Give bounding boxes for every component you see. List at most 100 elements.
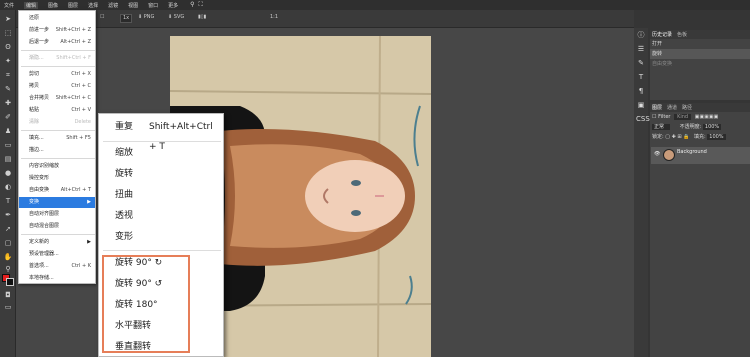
menu-item-paste[interactable]: 粘贴 Ctrl + V	[19, 105, 95, 116]
menu-layer[interactable]: 图层	[68, 2, 78, 9]
zoom-select[interactable]: 1x	[120, 14, 133, 23]
image-icon[interactable]: ▣	[636, 100, 646, 110]
shape-tool-icon[interactable]: ▢	[3, 238, 13, 248]
brush-tool-icon[interactable]: ✐	[3, 112, 13, 122]
tab-layers[interactable]: 图层	[652, 104, 662, 111]
submenu-item-skew[interactable]: 扭曲	[99, 185, 223, 205]
menu-item-fade[interactable]: 渐隐... Shift+Ctrl + F	[19, 53, 95, 64]
svg-label: SVG	[173, 14, 185, 20]
menu-item-copy[interactable]: 拷贝 Ctrl + C	[19, 81, 95, 92]
clone-stamp-icon[interactable]: ♟	[3, 126, 13, 136]
gradient-tool-icon[interactable]: ▤	[3, 154, 13, 164]
background-color-swatch[interactable]	[6, 278, 14, 286]
submenu-item-scale[interactable]: 缩放	[99, 143, 223, 163]
fullscreen-icon[interactable]: ⛶	[199, 1, 203, 9]
history-item-rotate[interactable]: 旋转	[650, 49, 750, 59]
menu-view[interactable]: 视图	[128, 2, 138, 9]
menu-item-cut[interactable]: 剪切 Ctrl + X	[19, 69, 95, 80]
css-icon[interactable]: CSS	[636, 114, 650, 124]
menu-bar: 文件 编辑 图像 图层 选择 滤镜 视图 窗口 更多 ⚲ ⛶	[0, 0, 750, 10]
submenu-item-rotate[interactable]: 旋转	[99, 164, 223, 184]
brush-settings-icon[interactable]: ✎	[636, 58, 646, 68]
tab-history[interactable]: 历史记录	[652, 31, 672, 38]
menu-filter[interactable]: 滤镜	[108, 2, 118, 9]
fill-input[interactable]: 100%	[707, 134, 726, 140]
dodge-tool-icon[interactable]: ◐	[3, 182, 13, 192]
menu-item-preset-manager[interactable]: 预设管理器...	[19, 249, 95, 260]
menu-item-stroke[interactable]: 描边...	[19, 145, 95, 156]
history-item-open[interactable]: 打开	[650, 39, 750, 49]
align-icon[interactable]: ▮▯▮	[198, 14, 206, 20]
submenu-item-repeat[interactable]: 重复 Shift+Alt+Ctrl + T	[99, 117, 223, 152]
menu-separator	[21, 130, 95, 131]
menu-item-undo[interactable]: 还原	[19, 13, 95, 24]
layer-thumbnail	[663, 149, 675, 161]
character-icon[interactable]: T	[636, 72, 646, 82]
tab-paths[interactable]: 路径	[682, 104, 692, 111]
tab-swatches[interactable]: 色板	[677, 31, 687, 38]
tab-channels[interactable]: 通道	[667, 104, 677, 111]
layer-row-background[interactable]: 👁 Background	[651, 147, 750, 164]
annotation-highlight-box	[102, 255, 190, 353]
zoom-tool-icon[interactable]: ⚲	[3, 264, 13, 274]
screen-mode-icon[interactable]: ▭	[3, 302, 13, 312]
menu-edit[interactable]: 编辑	[24, 1, 39, 9]
menu-image[interactable]: 图像	[48, 2, 58, 9]
crop-tool-icon[interactable]: ⌗	[3, 70, 13, 80]
blend-mode-select[interactable]: 正常	[652, 124, 671, 130]
menu-select[interactable]: 选择	[88, 2, 98, 9]
menu-item-fill[interactable]: 填充... Shift + F5	[19, 133, 95, 144]
menu-item-free-transform[interactable]: 自由变换 Alt+Ctrl + T	[19, 185, 95, 196]
menu-window[interactable]: 窗口	[148, 2, 158, 9]
hand-tool-icon[interactable]: ✋	[3, 252, 13, 262]
paragraph-icon[interactable]: ¶	[636, 86, 646, 96]
quick-mask-icon[interactable]: ◘	[3, 290, 13, 300]
submenu-separator	[103, 250, 221, 251]
menu-file[interactable]: 文件	[4, 2, 14, 9]
lock-icons[interactable]: ▢ ✚ ⊞ 🔒	[665, 134, 689, 140]
eraser-tool-icon[interactable]: ▭	[3, 140, 13, 150]
tools-panel: ➤ ⬚ ʘ ✦ ⌗ ✎ ✚ ✐ ♟ ▭ ▤ ● ◐ T ✒ ➚ ▢ ✋ ⚲ ◘ …	[0, 10, 16, 357]
move-tool-icon[interactable]: ➤	[3, 14, 13, 24]
menu-item-local-storage[interactable]: 本地存储...	[19, 273, 95, 284]
fill-label: 填充:	[693, 134, 706, 140]
download-svg-button[interactable]: ⬇ SVG	[168, 14, 184, 20]
filter-checkbox[interactable]: ☐	[652, 114, 656, 120]
adjustments-icon[interactable]: ☰	[636, 44, 646, 54]
kind-select[interactable]: Kind	[674, 114, 692, 120]
menu-item-content-aware-scale[interactable]: 内容识别缩放	[19, 161, 95, 172]
pen-tool-icon[interactable]: ✒	[3, 210, 13, 220]
opacity-input[interactable]: 100%	[702, 124, 722, 130]
checkbox-icon[interactable]: ☐	[100, 14, 104, 20]
info-icon[interactable]: ⓘ	[636, 30, 646, 40]
menu-item-step-forward[interactable]: 前进一步 Shift+Ctrl + Z	[19, 25, 95, 36]
menu-item-clear[interactable]: 清除 Delete	[19, 117, 95, 128]
menu-item-step-backward[interactable]: 后退一步 Alt+Ctrl + Z	[19, 37, 95, 48]
lock-row: 锁定: ▢ ✚ ⊞ 🔒 填充: 100%	[650, 132, 750, 142]
menu-item-auto-blend-layers[interactable]: 自动混合图层	[19, 221, 95, 232]
filter-icons[interactable]: ▣▣▣▣▣	[695, 114, 719, 120]
download-png-button[interactable]: ⬇ PNG	[138, 14, 154, 20]
magic-wand-icon[interactable]: ✦	[3, 56, 13, 66]
menu-separator	[21, 50, 95, 51]
text-tool-icon[interactable]: T	[3, 196, 13, 206]
healing-brush-icon[interactable]: ✚	[3, 98, 13, 108]
marquee-tool-icon[interactable]: ⬚	[3, 28, 13, 38]
history-item-free-transform[interactable]: 自由变换	[650, 59, 750, 69]
submenu-item-perspective[interactable]: 透视	[99, 206, 223, 226]
submenu-arrow-icon: ▶	[87, 239, 91, 245]
blur-tool-icon[interactable]: ●	[3, 168, 13, 178]
submenu-item-warp[interactable]: 变形	[99, 227, 223, 247]
menu-item-auto-align-layers[interactable]: 自动对齐图层	[19, 209, 95, 220]
menu-item-copy-merged[interactable]: 合并拷贝 Shift+Ctrl + C	[19, 93, 95, 104]
menu-item-puppet-warp[interactable]: 操控变形	[19, 173, 95, 184]
menu-item-transform[interactable]: 变换 ▶	[19, 197, 95, 208]
menu-item-preferences[interactable]: 首选项... Ctrl + K	[19, 261, 95, 272]
menu-more[interactable]: 更多	[168, 2, 178, 9]
eyedropper-icon[interactable]: ✎	[3, 84, 13, 94]
path-select-icon[interactable]: ➚	[3, 224, 13, 234]
menu-item-define-new[interactable]: 定义新的 ▶	[19, 237, 95, 248]
eye-icon[interactable]: 👁	[654, 151, 660, 157]
search-icon[interactable]: ⚲	[190, 1, 194, 9]
lasso-tool-icon[interactable]: ʘ	[3, 42, 13, 52]
